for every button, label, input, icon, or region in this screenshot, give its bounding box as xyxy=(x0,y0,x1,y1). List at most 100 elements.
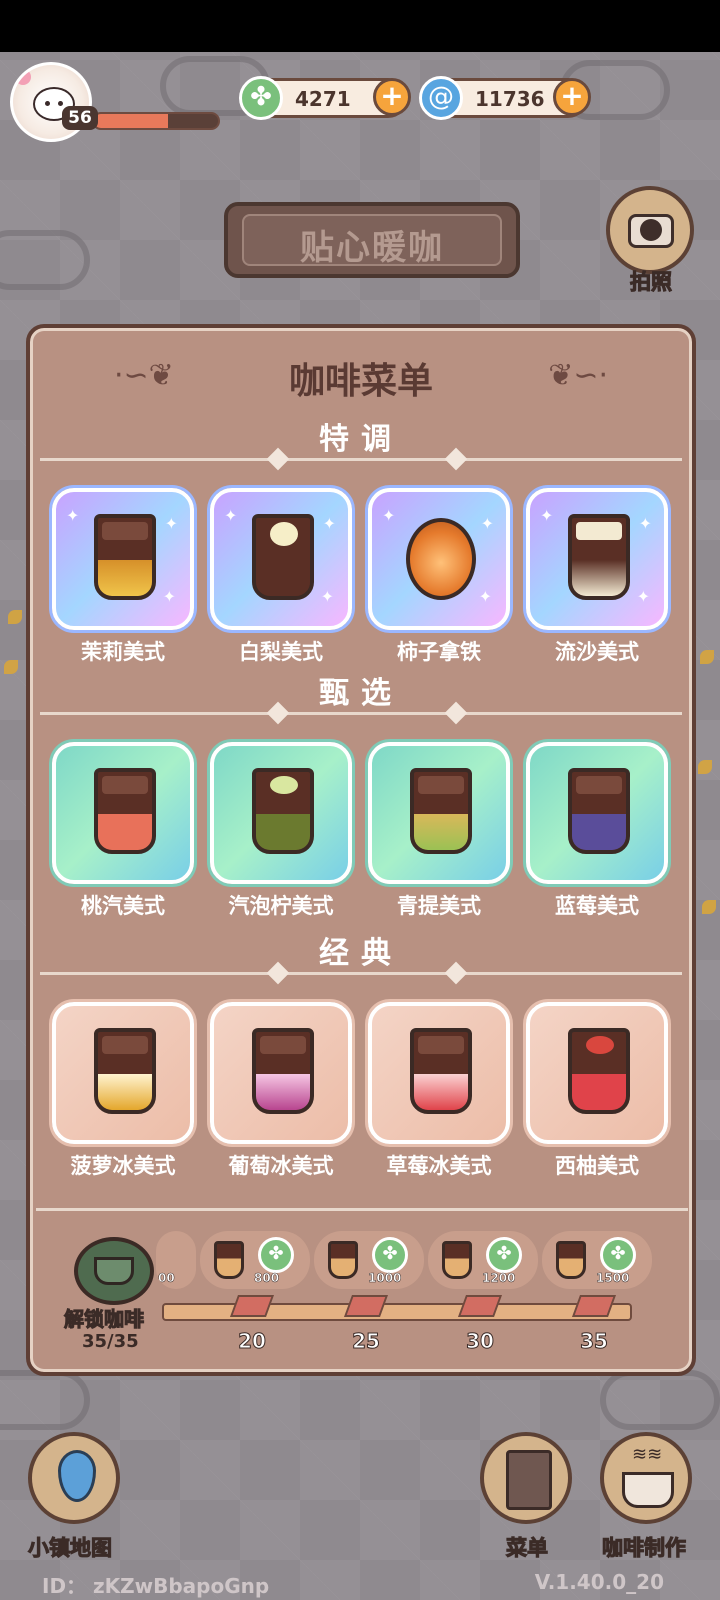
blueberry-americano-icon xyxy=(568,768,630,854)
section-divider xyxy=(40,961,682,985)
milestone-number: 30 xyxy=(466,1329,495,1354)
coffee-name: 草莓冰美式 xyxy=(386,1154,492,1178)
clover-icon: ✤ xyxy=(239,76,283,120)
coffee-card[interactable] xyxy=(368,742,510,884)
unlock-reward[interactable]: ✤ 1500 xyxy=(542,1231,652,1289)
swirl-value: 11736 xyxy=(475,87,545,111)
add-clover-button[interactable]: + xyxy=(373,78,411,116)
coffee-name: 白梨美式 xyxy=(239,640,323,664)
level-progress-fill xyxy=(94,114,169,128)
reward-coffee-icon xyxy=(442,1241,472,1279)
tree-leaf xyxy=(700,650,714,664)
unlock-reward[interactable]: ✤ 1000 xyxy=(314,1231,424,1289)
coffee-card[interactable] xyxy=(52,1002,194,1144)
unlock-label: 解锁咖啡 xyxy=(64,1307,145,1332)
clover-value: 4271 xyxy=(295,87,351,111)
camera-button[interactable] xyxy=(606,186,694,274)
player-avatar[interactable] xyxy=(10,62,92,142)
coffee-name: 菠萝冰美式 xyxy=(70,1154,176,1178)
milestone-number: 35 xyxy=(580,1329,609,1354)
unlock-reward[interactable]: ✤ 1200 xyxy=(428,1231,538,1289)
section-title-classic: 经典 xyxy=(319,936,403,971)
reward-amount: 00 xyxy=(158,1271,175,1286)
unlock-reward[interactable]: ✤ 800 xyxy=(200,1231,310,1289)
add-swirl-button[interactable]: + xyxy=(553,78,591,116)
coffee-card[interactable] xyxy=(210,1002,352,1144)
section-divider xyxy=(40,701,682,725)
town-map-label: 小镇地图 xyxy=(28,1536,113,1561)
level-badge: 56 xyxy=(62,106,98,130)
swirl-icon: @ xyxy=(419,76,463,120)
reward-coffee-icon xyxy=(214,1241,244,1279)
grapefruit-americano-icon xyxy=(568,1028,630,1114)
swirl-currency: @ 11736 + xyxy=(419,76,591,120)
coffee-card[interactable]: ✦ ✦ ✦ xyxy=(210,488,352,630)
tree-leaf xyxy=(8,610,22,624)
coffee-name: 桃汽美式 xyxy=(81,894,165,918)
section-title-select: 甄选 xyxy=(319,676,403,711)
menu-book-icon xyxy=(506,1450,552,1510)
reward-coffee-icon xyxy=(556,1241,586,1279)
tree-leaf xyxy=(698,760,712,774)
green-grape-americano-icon xyxy=(410,768,472,854)
sparkling-lemon-americano-icon xyxy=(252,768,314,854)
coffee-name: 汽泡柠美式 xyxy=(228,894,334,918)
player-id: ID： zKZwBbapoGnp xyxy=(42,1574,270,1598)
flower-icon xyxy=(15,69,31,85)
milestone-number: 20 xyxy=(238,1329,267,1354)
coffee-card[interactable] xyxy=(210,742,352,884)
level-progress-bar xyxy=(92,112,220,130)
tree-leaf xyxy=(702,900,716,914)
pear-americano-icon xyxy=(252,514,314,600)
background-cloud xyxy=(0,1370,90,1430)
reward-amount: 1000 xyxy=(368,1271,402,1286)
jasmine-americano-icon xyxy=(94,514,156,600)
coffee-card[interactable] xyxy=(368,1002,510,1144)
section-divider xyxy=(40,447,682,471)
coffee-name: 蓝莓美式 xyxy=(555,894,639,918)
strawberry-iced-americano-icon xyxy=(410,1028,472,1114)
unlock-count: 35/35 xyxy=(82,1331,139,1352)
clover-icon: ✤ xyxy=(486,1237,522,1273)
unlock-progress-area: 解锁咖啡 35/35 00 ✤ 800 ✤ 1000 ✤ 1200 ✤ 1500 xyxy=(36,1208,688,1372)
camera-lens-icon xyxy=(640,219,662,241)
camera-label: 拍照 xyxy=(630,270,673,295)
town-map-button[interactable] xyxy=(28,1432,120,1524)
menu-button[interactable] xyxy=(480,1432,572,1524)
coffee-name: 柿子拿铁 xyxy=(397,640,481,664)
coffee-making-label: 咖啡制作 xyxy=(602,1536,687,1561)
steam-icon: ≋≋ xyxy=(632,1444,663,1465)
section-title-special: 特调 xyxy=(319,422,403,457)
background-cloud xyxy=(600,1370,720,1430)
pineapple-iced-americano-icon xyxy=(94,1028,156,1114)
coffee-card[interactable]: ✦ ✦ ✦ xyxy=(52,488,194,630)
coffee-name: 青提美式 xyxy=(397,894,481,918)
reward-amount: 1200 xyxy=(482,1271,516,1286)
coffee-mug-icon xyxy=(622,1472,674,1508)
cafe-sign: 贴心暖咖 xyxy=(224,202,520,278)
clover-icon: ✤ xyxy=(372,1237,408,1273)
milestone-number: 25 xyxy=(352,1329,381,1354)
coffee-card[interactable] xyxy=(526,1002,668,1144)
reward-amount: 800 xyxy=(254,1271,280,1286)
menu-label: 菜单 xyxy=(506,1536,549,1561)
map-pin-icon xyxy=(58,1450,96,1502)
reward-coffee-icon xyxy=(328,1241,358,1279)
coffee-menu-panel: ·∽❦ 咖啡菜单 ❦∽· 特调 ✦ ✦ ✦ 茉莉美式 ✦ ✦ ✦ 白梨美式 ✦ ✦ ✦ 柿子… xyxy=(26,324,696,1376)
background-cloud xyxy=(0,230,90,290)
reward-amount: 1500 xyxy=(596,1271,630,1286)
coffee-card[interactable] xyxy=(52,742,194,884)
coffee-card[interactable]: ✦ ✦ ✦ xyxy=(368,488,510,630)
coffee-card[interactable]: ✦ ✦ ✦ xyxy=(526,488,668,630)
tree-leaf xyxy=(4,660,18,674)
coffee-card[interactable] xyxy=(526,742,668,884)
flourish-right-icon: ❦∽· xyxy=(548,358,608,393)
quicksand-americano-icon xyxy=(568,514,630,600)
grape-iced-americano-icon xyxy=(252,1028,314,1114)
app-version: V.1.40.0_20 xyxy=(534,1570,664,1594)
coffee-name: 茉莉美式 xyxy=(81,640,165,664)
peach-soda-americano-icon xyxy=(94,768,156,854)
coffee-name: 葡萄冰美式 xyxy=(228,1154,334,1178)
coffee-making-button[interactable]: ≋≋ xyxy=(600,1432,692,1524)
cafe-name: 贴心暖咖 xyxy=(300,228,444,268)
